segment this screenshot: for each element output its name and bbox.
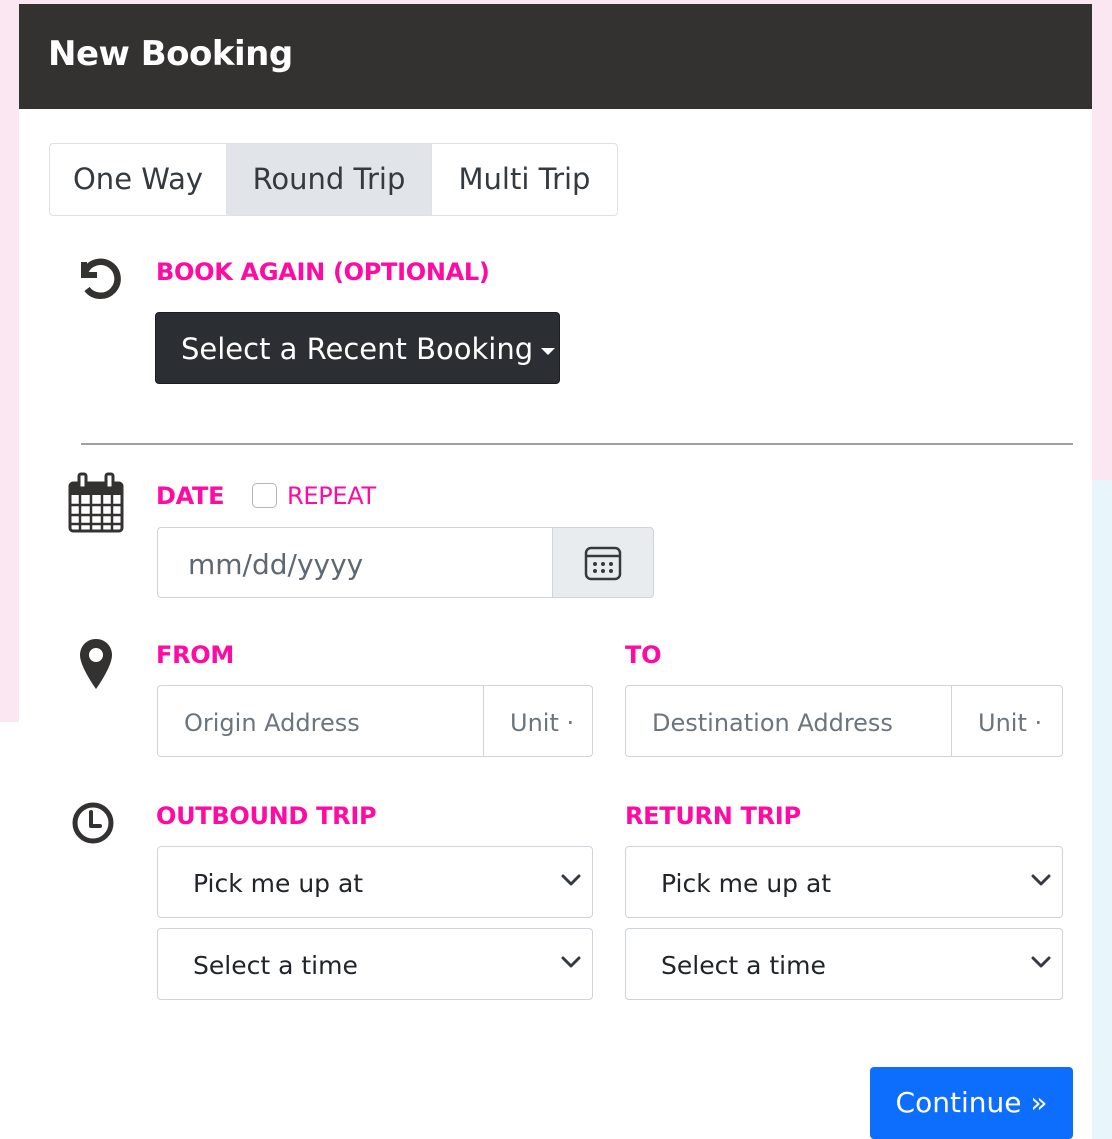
- from-label: FROM: [156, 641, 234, 669]
- origin-unit-placeholder: Unit ·: [510, 709, 575, 737]
- recent-booking-dropdown-button[interactable]: Select a Recent Booking: [155, 312, 560, 384]
- return-time-value: Select a time: [661, 951, 826, 980]
- map-marker-icon: [80, 639, 112, 689]
- destination-address-input[interactable]: Destination Address: [625, 685, 953, 757]
- destination-unit-input[interactable]: Unit ·: [951, 685, 1063, 757]
- tab-round-trip[interactable]: Round Trip: [226, 144, 432, 215]
- calendar-alt-icon: [584, 546, 622, 581]
- origin-address-input[interactable]: Origin Address: [157, 685, 485, 757]
- destination-unit-placeholder: Unit ·: [978, 709, 1043, 737]
- tab-multi-trip[interactable]: Multi Trip: [432, 144, 617, 215]
- modal-header: New Booking: [19, 4, 1092, 109]
- tab-one-way[interactable]: One Way: [50, 144, 226, 215]
- chevron-down-icon: [561, 874, 581, 886]
- outbound-time-value: Select a time: [193, 951, 358, 980]
- history-icon: [81, 258, 121, 299]
- origin-unit-input[interactable]: Unit ·: [483, 685, 593, 757]
- repeat-checkbox[interactable]: [252, 483, 277, 508]
- recent-booking-button-label: Select a Recent Booking: [181, 332, 534, 366]
- book-again-label: BOOK AGAIN (OPTIONAL): [156, 258, 490, 286]
- date-label: DATE: [156, 482, 225, 510]
- section-divider: [81, 443, 1073, 445]
- date-picker-button[interactable]: [552, 527, 654, 598]
- outbound-time-select[interactable]: Select a time: [157, 928, 593, 1000]
- trip-type-tabs: One Way Round Trip Multi Trip: [49, 143, 618, 216]
- caret-down-icon: [541, 347, 556, 355]
- origin-address-placeholder: Origin Address: [184, 709, 360, 737]
- destination-address-placeholder: Destination Address: [652, 709, 893, 737]
- calendar-icon: [68, 472, 124, 533]
- repeat-label[interactable]: REPEAT: [287, 482, 376, 510]
- date-placeholder: mm/dd/yyyy: [188, 548, 364, 581]
- new-booking-modal: New Booking One Way Round Trip Multi Tri…: [19, 4, 1092, 1139]
- outbound-pickup-value: Pick me up at: [193, 869, 364, 898]
- date-input[interactable]: mm/dd/yyyy: [157, 527, 553, 598]
- outbound-trip-label: OUTBOUND TRIP: [156, 802, 377, 830]
- chevron-down-icon: [1031, 956, 1051, 968]
- outbound-pickup-select[interactable]: Pick me up at: [157, 846, 593, 918]
- return-pickup-value: Pick me up at: [661, 869, 832, 898]
- return-time-select[interactable]: Select a time: [625, 928, 1063, 1000]
- clock-icon: [72, 802, 114, 844]
- continue-button[interactable]: Continue »: [870, 1067, 1073, 1139]
- chevron-down-icon: [561, 956, 581, 968]
- return-trip-label: RETURN TRIP: [625, 802, 801, 830]
- modal-title: New Booking: [48, 34, 293, 74]
- chevron-down-icon: [1031, 874, 1051, 886]
- return-pickup-select[interactable]: Pick me up at: [625, 846, 1063, 918]
- to-label: TO: [625, 641, 662, 669]
